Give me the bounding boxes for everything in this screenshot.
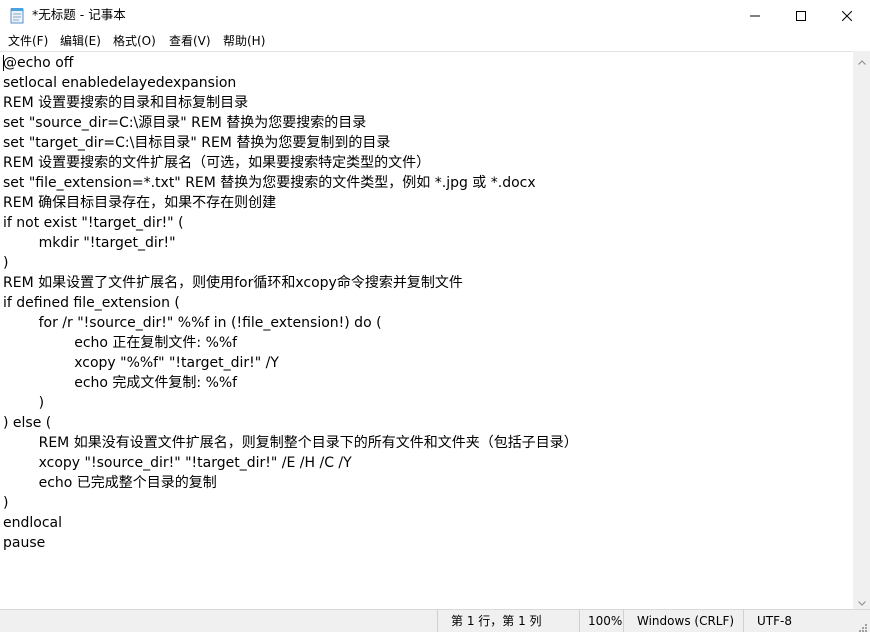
text-content[interactable]: @echo off setlocal enabledelayedexpansio… [3,52,849,608]
status-bar: 第 1 行，第 1 列 100% Windows (CRLF) UTF-8 [0,609,870,632]
line-ending: Windows (CRLF) [623,610,743,632]
menu-view[interactable]: 查看(V) [167,33,213,49]
cursor-position: 第 1 行，第 1 列 [437,610,579,632]
chevron-up-icon [857,50,866,69]
maximize-icon [796,6,806,25]
close-button[interactable] [824,0,870,31]
notepad-icon [10,7,25,24]
menu-file[interactable]: 文件(F) [6,33,50,49]
menu-edit[interactable]: 编辑(E) [58,33,103,49]
minimize-button[interactable] [732,0,778,31]
scroll-down-button[interactable] [853,592,870,609]
resize-grip-icon[interactable] [856,618,868,632]
menu-format[interactable]: 格式(O) [111,33,158,49]
menu-help[interactable]: 帮助(H) [221,33,267,49]
vertical-scrollbar[interactable] [853,51,870,609]
zoom-level: 100% [579,610,623,632]
text-caret [3,55,4,71]
window-title: *无标题 - 记事本 [32,7,126,22]
close-icon [841,6,853,25]
scroll-up-button[interactable] [853,51,870,68]
maximize-button[interactable] [778,0,824,31]
chevron-down-icon [857,591,866,610]
encoding: UTF-8 [743,610,853,632]
editor-area[interactable]: @echo off setlocal enabledelayedexpansio… [0,51,853,609]
menu-bar: 文件(F) 编辑(E) 格式(O) 查看(V) 帮助(H) [0,31,870,51]
minimize-icon [750,6,760,25]
title-bar[interactable]: *无标题 - 记事本 [0,0,870,31]
